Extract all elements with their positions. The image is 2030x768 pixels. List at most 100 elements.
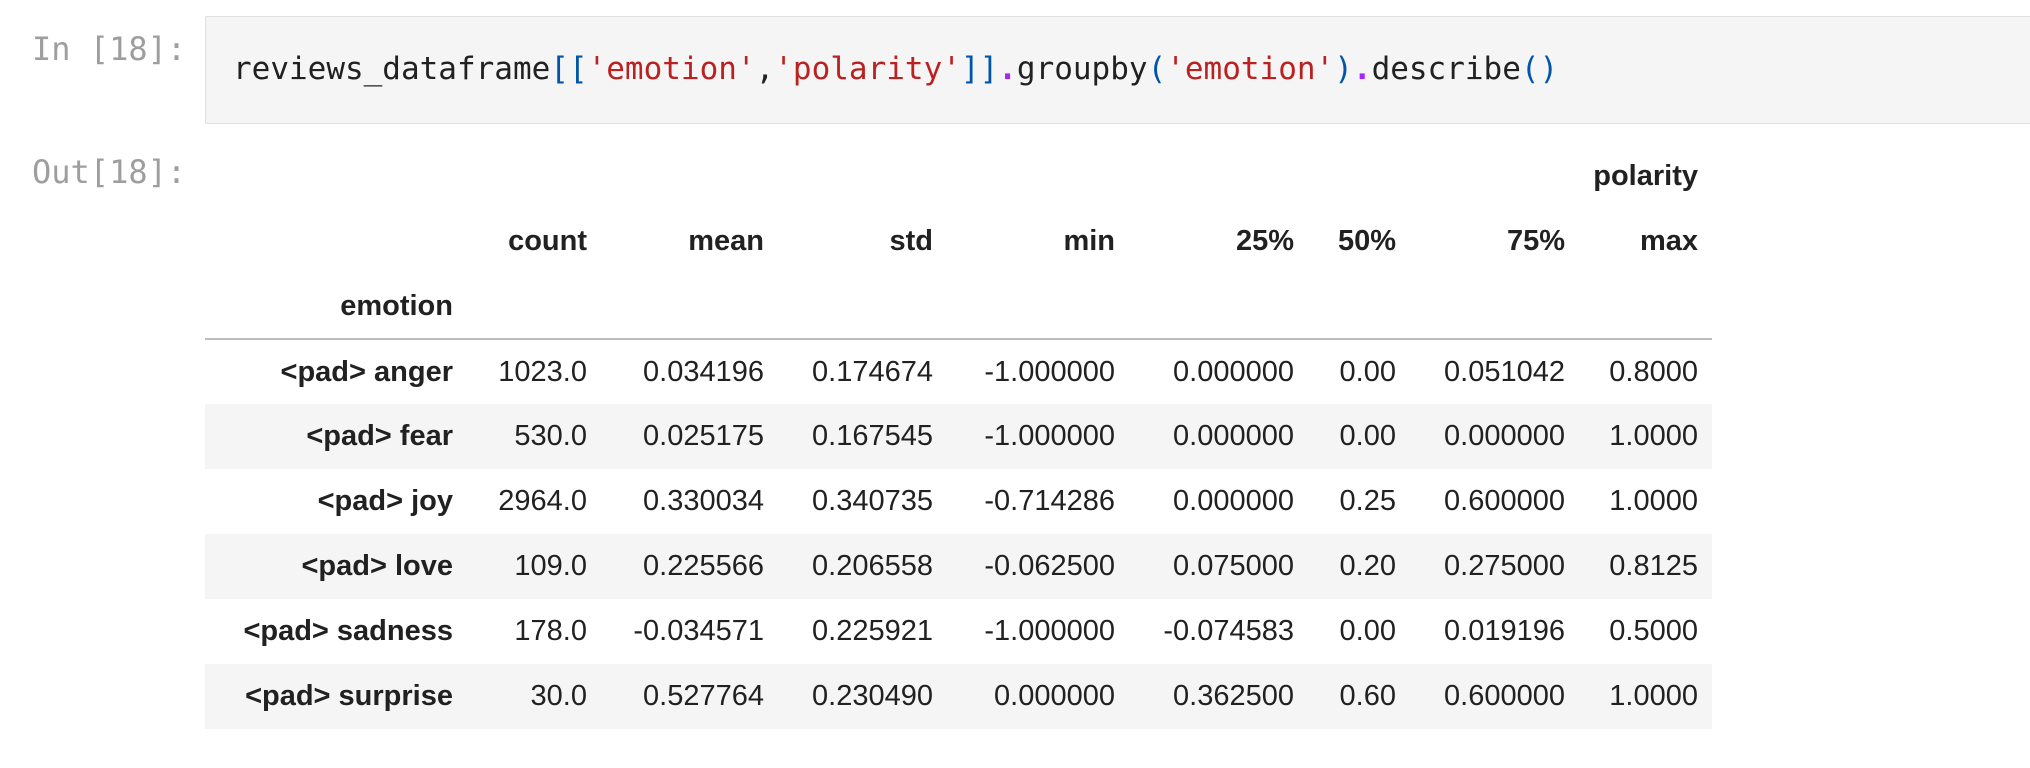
- column-header: 50%: [1337, 225, 1396, 257]
- table-row: <pad> joy 2964.0 0.330034 0.340735 -0.71…: [205, 469, 1712, 534]
- table-cell: 0.8125: [1609, 550, 1698, 582]
- column-header: 75%: [1506, 225, 1565, 257]
- table-cell: 0.20: [1339, 550, 1396, 582]
- table-cell: 0.8000: [1609, 355, 1698, 388]
- table-cell: 0.034196: [643, 355, 764, 388]
- code-string-emotion: 'emotion': [587, 51, 756, 87]
- column-header: max: [1639, 225, 1698, 257]
- table-cell: -0.074583: [1163, 615, 1294, 647]
- row-index-label: <pad> sadness: [243, 615, 453, 647]
- table-column-header-row: count mean std min 25% 50% 75% max: [205, 209, 1712, 274]
- table-cell: -0.062500: [984, 550, 1115, 582]
- table-cell: 0.051042: [1444, 355, 1565, 388]
- table-cell: 0.00: [1339, 420, 1396, 452]
- table-cell: -1.000000: [984, 420, 1115, 452]
- table-cell: 0.019196: [1444, 615, 1565, 647]
- table-cell: -0.714286: [984, 485, 1115, 517]
- table-cell: 0.00: [1339, 615, 1396, 647]
- table-row: <pad> sadness 178.0 -0.034571 0.225921 -…: [205, 599, 1712, 664]
- table-empty-header: [1308, 144, 1410, 209]
- code-cell-editor[interactable]: reviews_dataframe[['emotion','polarity']…: [205, 16, 2030, 124]
- table-cell: 0.000000: [1173, 355, 1294, 388]
- row-index-label: <pad> surprise: [245, 680, 453, 712]
- table-cell: 1023.0: [498, 355, 587, 388]
- column-header: 25%: [1235, 225, 1294, 257]
- table-empty-header: [947, 274, 1129, 340]
- table-cell: 0.206558: [812, 550, 933, 582]
- code-method-describe: describe: [1371, 51, 1521, 87]
- table-cell: 0.527764: [643, 680, 764, 712]
- table-empty-header: [601, 274, 778, 340]
- table-empty-header: [1410, 274, 1579, 340]
- code-paren-close: ): [1334, 51, 1353, 87]
- table-cell: 1.0000: [1609, 680, 1698, 712]
- code-variable: reviews_dataframe: [233, 51, 551, 87]
- code-string-emotion-arg: 'emotion': [1166, 51, 1335, 87]
- table-cell: 109.0: [514, 550, 587, 582]
- table-row: <pad> surprise 30.0 0.527764 0.230490 0.…: [205, 664, 1712, 729]
- table-empty-header: [601, 144, 778, 209]
- table-cell: 0.275000: [1444, 550, 1565, 582]
- output-prompt: Out[18]:: [32, 153, 187, 191]
- column-group-header: polarity: [1593, 160, 1698, 192]
- table-cell: 0.600000: [1444, 680, 1565, 712]
- table-cell: 0.174674: [812, 355, 933, 388]
- table-empty-header: [1410, 144, 1579, 209]
- table-cell: 0.000000: [994, 680, 1115, 712]
- table-cell: 0.5000: [1609, 615, 1698, 647]
- table-cell: 0.340735: [812, 485, 933, 517]
- table-index-name-row: emotion: [205, 274, 1712, 340]
- code-line: reviews_dataframe[['emotion','polarity']…: [233, 51, 1558, 87]
- table-cell: 0.000000: [1173, 420, 1294, 452]
- table-cell: -1.000000: [984, 615, 1115, 647]
- table-cell: -0.034571: [633, 615, 764, 647]
- row-index-label: <pad> joy: [317, 485, 453, 517]
- table-cell: 2964.0: [498, 485, 587, 517]
- describe-output-table: polarity count mean std min 25% 50% 75% …: [205, 144, 1712, 729]
- table-row: <pad> anger 1023.0 0.034196 0.174674 -1.…: [205, 339, 1712, 404]
- code-dot-operator: .: [998, 51, 1017, 87]
- code-close-brackets: ]]: [960, 51, 999, 87]
- code-dot-operator-2: .: [1352, 51, 1372, 87]
- code-method-groupby: groupby: [1016, 51, 1148, 87]
- table-empty-header: [467, 274, 601, 340]
- table-cell: 0.00: [1339, 355, 1396, 388]
- table-cell: 0.000000: [1173, 485, 1294, 517]
- table-cell: 0.600000: [1444, 485, 1565, 517]
- table-corner-cell: [205, 209, 467, 274]
- input-prompt: In [18]:: [32, 30, 187, 68]
- table-empty-header: [1308, 274, 1410, 340]
- table-cell: 0.000000: [1444, 420, 1565, 452]
- table-empty-header: [778, 274, 947, 340]
- code-paren-open: (: [1147, 51, 1167, 87]
- table-cell: 1.0000: [1609, 420, 1698, 452]
- table-cell: 0.025175: [643, 420, 764, 452]
- table-empty-header: [1129, 274, 1308, 340]
- table-cell: 0.362500: [1173, 680, 1294, 712]
- table-cell: 0.225921: [812, 615, 933, 647]
- table-cell: 0.167545: [812, 420, 933, 452]
- table-cell: 0.60: [1339, 680, 1396, 712]
- column-header: min: [1063, 225, 1115, 257]
- table-empty-header: [1129, 144, 1308, 209]
- row-index-label: <pad> love: [301, 550, 453, 582]
- table-cell: 1.0000: [1609, 485, 1698, 517]
- column-header: count: [508, 225, 587, 257]
- table-cell: 178.0: [514, 615, 587, 647]
- table-row: <pad> love 109.0 0.225566 0.206558 -0.06…: [205, 534, 1712, 599]
- table-group-header-row: polarity: [205, 144, 1712, 209]
- column-header: mean: [688, 225, 764, 257]
- table-cell: 30.0: [530, 680, 587, 712]
- table-cell: -1.000000: [984, 355, 1115, 388]
- table-empty-header: [467, 144, 601, 209]
- code-string-polarity: 'polarity': [774, 51, 961, 87]
- table-cell: 0.25: [1339, 485, 1396, 517]
- table-corner-cell: [205, 144, 467, 209]
- table-empty-header: [947, 144, 1129, 209]
- table-cell: 0.230490: [812, 680, 933, 712]
- table-cell: 0.075000: [1173, 550, 1294, 582]
- table-cell: 530.0: [514, 420, 587, 452]
- column-header: std: [889, 225, 934, 257]
- index-name-header: emotion: [205, 274, 467, 340]
- table-empty-header: [778, 144, 947, 209]
